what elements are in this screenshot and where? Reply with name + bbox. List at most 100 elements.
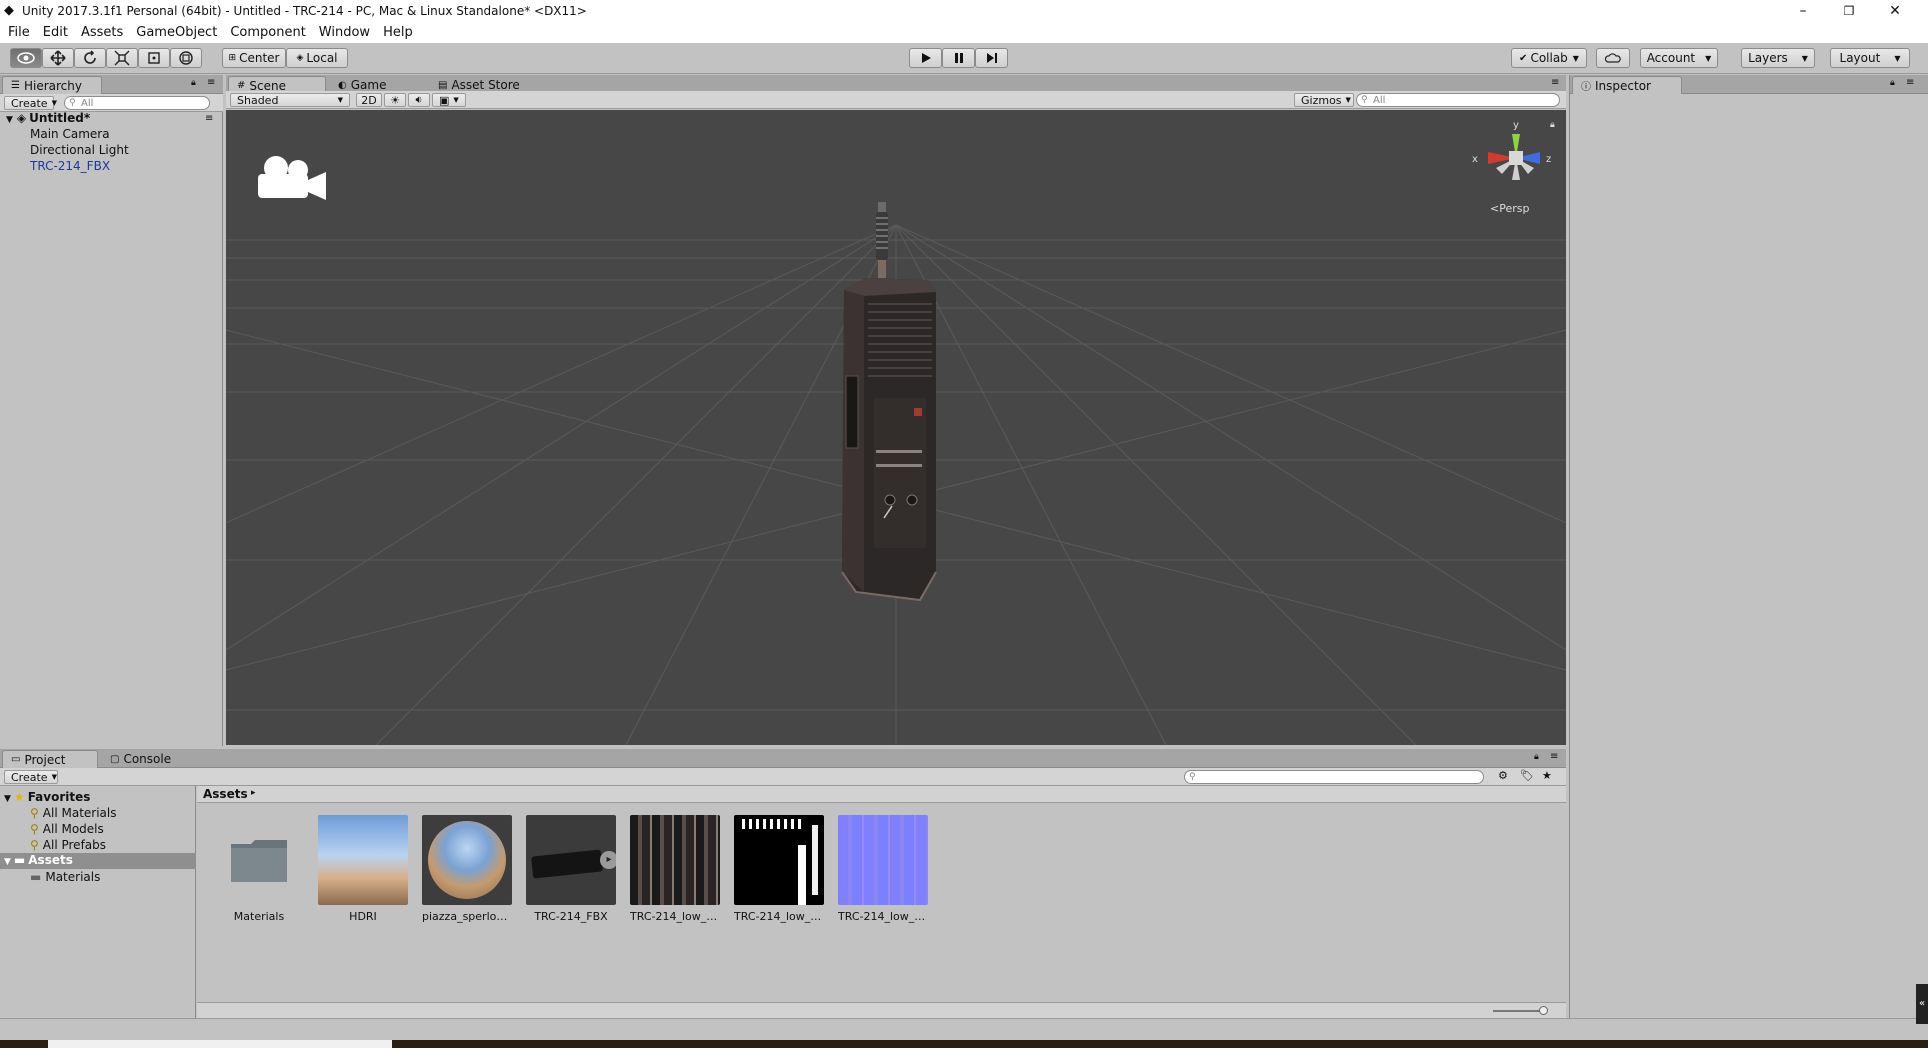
project-folder-tree: ▼ ★ Favorites ⚲ All Materials ⚲ All Models ⚲… <box>0 786 196 1018</box>
create-label: Create <box>11 96 48 110</box>
scene-menu-icon[interactable]: ≡ <box>205 113 213 124</box>
rect-tool-button[interactable] <box>138 48 170 68</box>
persp-label[interactable]: <Persp <box>1490 202 1529 215</box>
hierarchy-item-directional-light[interactable]: Directional Light <box>30 143 129 157</box>
orientation-gizmo[interactable]: y x z <box>1466 118 1556 198</box>
folder-tab-icon: ▭ <box>11 754 21 765</box>
hierarchy-item-trc-214[interactable]: TRC-214_FBX <box>30 159 110 173</box>
hierarchy-item-main-camera[interactable]: Main Camera <box>30 127 110 141</box>
shading-mode-dropdown[interactable]: Shaded ▼ <box>230 93 350 107</box>
scale-tool-button[interactable] <box>106 48 138 68</box>
play-button[interactable] <box>909 48 942 68</box>
asset-item-texture-metallic[interactable]: TRC-214_low_po... <box>734 815 824 923</box>
project-search-input[interactable]: ⚲ <box>1184 770 1484 784</box>
asset-item-texture-albedo[interactable]: TRC-214_low_po... <box>630 815 720 923</box>
chevron-down-icon: ▼ <box>453 96 459 104</box>
panel-menu-icon[interactable]: ≡ <box>207 77 215 88</box>
cloud-button[interactable] <box>1596 48 1630 68</box>
project-toolbar: Create ▼ ⚲ ⚙ 🏷︎ ★ <box>0 768 1566 786</box>
assets-folder-item[interactable]: ▼ ▬ Assets <box>0 853 196 869</box>
favorites-item[interactable]: ▼ ★ Favorites <box>4 790 90 804</box>
hierarchy-create-dropdown[interactable]: Create ▼ <box>4 96 57 110</box>
asset-item-texture-normal[interactable]: TRC-214_low_po... <box>838 815 928 923</box>
scene-root-item[interactable]: ▼ ◈ Untitled* <box>6 111 90 125</box>
tab-console[interactable]: ▢ Console <box>102 750 192 768</box>
minimize-button[interactable]: – <box>1780 0 1826 22</box>
search-icon: ⚲ <box>69 98 76 108</box>
lock-icon[interactable]: 🔒︎ <box>1534 752 1539 762</box>
asset-item-piazza[interactable]: piazza_sperlonga... <box>422 815 512 923</box>
favorite-star-icon[interactable]: ★ <box>1542 769 1552 782</box>
trc-214-model[interactable] <box>816 200 956 620</box>
chevron-down-icon: ▼ <box>1345 96 1351 104</box>
scene-viewport[interactable]: y x z 🔒︎ <Persp <box>226 110 1566 745</box>
hierarchy-search-input[interactable]: ⚲ All <box>64 96 210 110</box>
pause-button[interactable] <box>942 48 975 68</box>
rotate-tool-button[interactable] <box>74 48 106 68</box>
tab-inspector[interactable]: ⓘ Inspector <box>1572 76 1682 94</box>
toggle-2d-button[interactable]: 2D <box>356 93 382 107</box>
panel-menu-icon[interactable]: ≡ <box>1906 77 1914 88</box>
favorite-all-models[interactable]: ⚲ All Models <box>30 822 104 836</box>
pivot-local-button[interactable]: ◈ Local <box>286 48 348 68</box>
menu-window[interactable]: Window <box>319 25 370 40</box>
filter-type-icon[interactable]: ⚙ <box>1498 769 1508 782</box>
thumbnail-size-slider[interactable] <box>1493 1010 1543 1012</box>
asset-item-hdri[interactable]: HDRI <box>318 815 408 923</box>
close-button[interactable]: ✕ <box>1872 0 1918 22</box>
menu-component[interactable]: Component <box>230 25 305 40</box>
store-icon: ▤ <box>438 79 448 91</box>
asset-item-trc-214-fbx[interactable]: ▸ TRC-214_FBX <box>526 815 616 923</box>
favorite-all-prefabs[interactable]: ⚲ All Prefabs <box>30 838 106 852</box>
layers-dropdown[interactable]: Layers ▼ <box>1741 48 1815 68</box>
expand-arrow-icon: ▼ <box>4 794 11 804</box>
lock-icon[interactable]: 🔒︎ <box>1550 120 1555 130</box>
effects-dropdown[interactable]: ▣ ▼ <box>432 93 466 107</box>
panel-menu-icon[interactable]: ≡ <box>1551 77 1559 88</box>
tab-hierarchy[interactable]: ☰ Hierarchy <box>2 76 102 94</box>
layout-dropdown[interactable]: Layout ▼ <box>1830 48 1910 68</box>
menu-file[interactable]: File <box>8 25 30 40</box>
persp-arrow-icon: < <box>1490 202 1500 215</box>
menu-assets[interactable]: Assets <box>81 25 123 40</box>
camera-gizmo-icon[interactable] <box>254 152 334 212</box>
panel-menu-icon[interactable]: ≡ <box>1550 751 1558 762</box>
pivot-center-button[interactable]: ⊞ Center <box>222 48 286 68</box>
account-dropdown[interactable]: Account ▼ <box>1640 48 1718 68</box>
filter-label-icon[interactable]: 🏷︎ <box>1520 769 1534 782</box>
folder-materials-item[interactable]: ▬ Materials <box>30 870 100 884</box>
sphere-thumbnail <box>422 815 512 905</box>
menu-gameobject[interactable]: GameObject <box>136 25 217 40</box>
slider-handle[interactable] <box>1539 1006 1548 1015</box>
rotate-icon <box>84 50 96 64</box>
collab-label: Collab <box>1530 51 1568 65</box>
scene-search-input[interactable]: ⚲ All <box>1356 93 1560 107</box>
menu-help[interactable]: Help <box>383 25 413 40</box>
expand-play-icon[interactable]: ▸ <box>600 851 616 869</box>
collab-dropdown[interactable]: ✔ Collab ▼ <box>1511 48 1587 68</box>
step-button[interactable] <box>975 48 1008 68</box>
project-create-dropdown[interactable]: Create ▼ <box>4 770 58 784</box>
lock-icon[interactable]: 🔒︎ <box>1890 78 1895 88</box>
audio-toggle[interactable]: 🔉︎ <box>408 93 430 107</box>
breadcrumb-arrow-icon: ▸ <box>251 788 256 798</box>
menu-edit[interactable]: Edit <box>43 25 68 40</box>
expand-arrow-icon: ▼ <box>4 857 11 867</box>
move-tool-button[interactable] <box>42 48 74 68</box>
taskbar-active-window[interactable] <box>48 1040 392 1048</box>
tab-console-label: Console <box>123 752 172 766</box>
collapse-side-button[interactable]: « <box>1916 984 1928 1024</box>
breadcrumb-assets[interactable]: Assets <box>203 787 248 801</box>
transform-tool-button[interactable] <box>170 48 202 68</box>
restore-button[interactable]: ❐ <box>1826 0 1872 22</box>
favorite-all-materials[interactable]: ⚲ All Materials <box>30 806 117 820</box>
hand-tool-button[interactable] <box>10 48 42 68</box>
asset-item-materials[interactable]: Materials <box>214 815 304 923</box>
lock-icon[interactable]: 🔒︎ <box>191 78 196 88</box>
tab-project[interactable]: ▭ Project <box>2 750 98 768</box>
lighting-toggle[interactable]: ☀ <box>384 93 406 107</box>
search-icon: ⚲ <box>30 806 39 820</box>
gizmos-dropdown[interactable]: Gizmos ▼ <box>1294 93 1354 107</box>
chevron-down-icon: ▼ <box>1894 53 1901 63</box>
texture-thumbnail <box>734 815 824 905</box>
